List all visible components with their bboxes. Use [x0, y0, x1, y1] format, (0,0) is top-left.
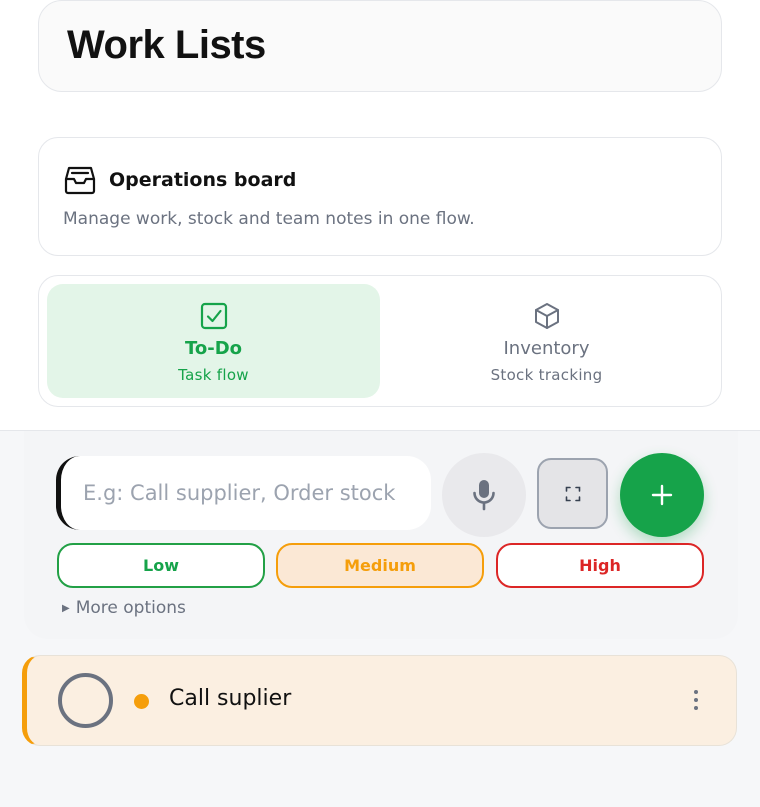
- tab-inventory-label: Inventory: [503, 338, 590, 359]
- more-options-toggle[interactable]: ▶ More options: [62, 598, 186, 618]
- priority-dot: [134, 694, 149, 709]
- priority-high-button[interactable]: High: [496, 543, 704, 588]
- microphone-icon: [473, 480, 495, 511]
- title-card: Work Lists: [38, 0, 722, 92]
- tab-inventory[interactable]: Inventory Stock tracking: [380, 284, 713, 398]
- tab-todo-sub: Task flow: [178, 366, 249, 384]
- cube-icon: [534, 303, 559, 329]
- task-input-wrapper: [56, 456, 431, 530]
- priority-low-button[interactable]: Low: [57, 543, 265, 588]
- mode-tabs: To-Do Task flow Inventory Stock tracking: [38, 275, 722, 407]
- tab-todo-label: To-Do: [184, 338, 243, 359]
- more-options-label: More options: [75, 598, 186, 618]
- list-item[interactable]: Call suplier: [22, 655, 737, 746]
- more-vertical-icon[interactable]: [684, 680, 708, 720]
- priority-medium-button[interactable]: Medium: [276, 543, 484, 588]
- expand-icon: [565, 486, 580, 501]
- tab-todo[interactable]: To-Do Task flow: [47, 284, 380, 398]
- expand-button[interactable]: [537, 458, 608, 529]
- info-description: Manage work, stock and team notes in one…: [63, 209, 475, 229]
- add-task-button[interactable]: [620, 453, 704, 537]
- inbox-tray-icon: [64, 166, 96, 195]
- task-title: Call suplier: [169, 686, 292, 711]
- tab-inventory-sub: Stock tracking: [490, 366, 603, 384]
- checkbox-icon: [200, 302, 227, 330]
- page-title: Work Lists: [67, 23, 266, 67]
- info-title: Operations board: [109, 169, 297, 191]
- caret-right-icon: ▶: [62, 603, 70, 614]
- task-complete-checkbox[interactable]: [58, 673, 113, 728]
- info-card: Operations board Manage work, stock and …: [38, 137, 722, 256]
- voice-input-button[interactable]: [442, 453, 526, 537]
- plus-icon: [651, 484, 673, 506]
- task-input[interactable]: [83, 456, 423, 530]
